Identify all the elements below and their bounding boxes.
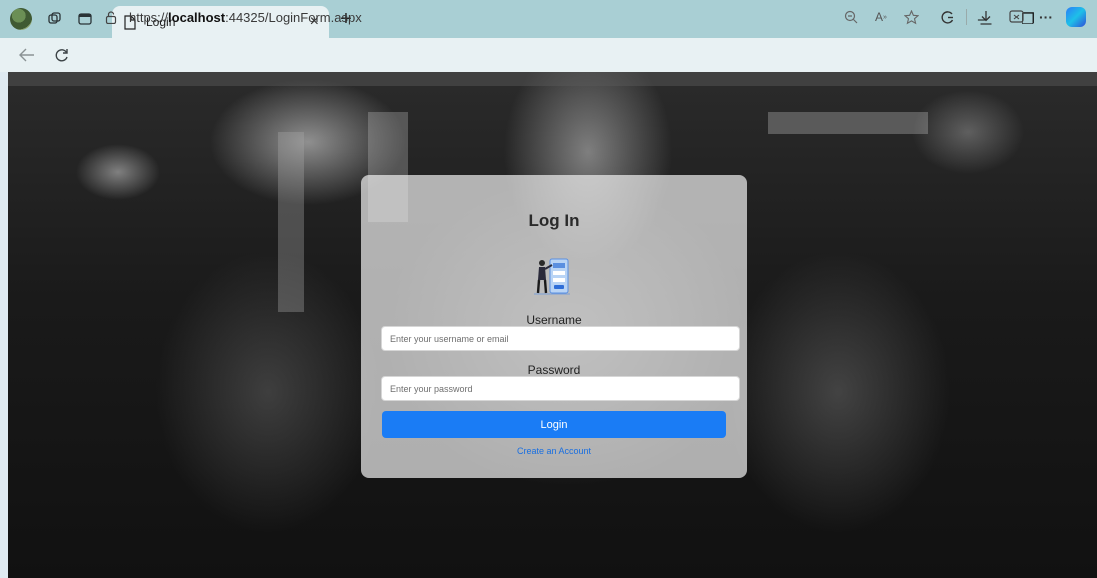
url-host: localhost [168, 9, 226, 25]
login-card: Log In Username Password Login Create an… [361, 175, 747, 478]
favorite-icon[interactable] [896, 2, 926, 32]
url-field[interactable]: https://localhost:44325/LoginForm.aspx [105, 0, 362, 34]
background-beam [8, 72, 1097, 86]
lock-icon[interactable] [105, 10, 117, 24]
page-title: Log In [528, 211, 580, 230]
browser-toolbar: A» ··· [836, 0, 1091, 34]
refresh-icon[interactable] [44, 38, 78, 72]
password-label: Password [527, 363, 581, 377]
workspaces-icon[interactable] [40, 4, 70, 34]
login-illustration-icon [534, 258, 570, 295]
tab-actions-icon[interactable] [70, 4, 100, 34]
more-icon[interactable]: ··· [1031, 2, 1061, 32]
zoom-icon[interactable] [836, 2, 866, 32]
extensions-icon[interactable] [932, 2, 962, 32]
username-input[interactable] [381, 326, 740, 351]
profile-icon[interactable] [10, 8, 32, 30]
background-pillar [278, 132, 304, 312]
screenshot-icon[interactable] [1001, 2, 1031, 32]
toolbar-divider [966, 9, 967, 25]
url-prefix: https:// [129, 9, 169, 25]
password-input[interactable] [381, 376, 740, 401]
create-account-link[interactable]: Create an Account [361, 446, 747, 456]
username-label: Username [526, 313, 582, 327]
login-button[interactable]: Login [382, 411, 726, 438]
copilot-icon[interactable] [1061, 2, 1091, 32]
background-beam [768, 112, 928, 134]
url-path: :44325/LoginForm.aspx [225, 9, 362, 25]
downloads-icon[interactable] [971, 2, 1001, 32]
address-bar-row [0, 38, 1097, 72]
back-icon[interactable] [10, 38, 44, 72]
read-aloud-icon[interactable]: A» [866, 2, 896, 32]
